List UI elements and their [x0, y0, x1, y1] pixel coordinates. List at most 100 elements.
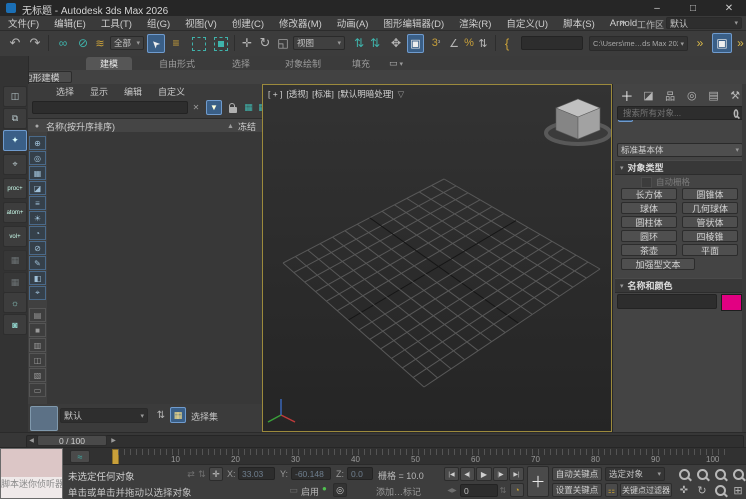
render-setup-button[interactable]: ▣	[712, 33, 732, 53]
color-swatch[interactable]	[721, 294, 742, 311]
atom-plus-icon[interactable]: atom+	[3, 202, 27, 223]
minimize-button[interactable]: –	[640, 0, 674, 16]
auto-key-button[interactable]: 自动关键点	[552, 467, 602, 481]
explorer-toggle-11-icon[interactable]: ⌖	[29, 286, 46, 300]
go-to-end-button[interactable]: ▶|	[509, 467, 524, 481]
explorer-toggle-9-icon[interactable]: ✎	[29, 256, 46, 270]
explorer-preset-dropdown[interactable]: 默认▾	[60, 408, 148, 423]
menu-file[interactable]: 文件(F)	[8, 16, 39, 30]
use-pivot-center-flyout-icon[interactable]: ⇅	[367, 34, 383, 52]
proc-plus-icon[interactable]: proc+	[3, 178, 27, 199]
left-tool-2-icon[interactable]: ⧉	[3, 108, 27, 129]
zoom-extents-all-button[interactable]	[730, 467, 746, 481]
explorer-tool-6-icon[interactable]: ▭	[29, 383, 46, 397]
explorer-corner-button[interactable]	[30, 406, 58, 431]
teapot-button[interactable]: 茶壶	[621, 244, 677, 256]
select-and-link-icon[interactable]: ∞	[54, 34, 72, 52]
track-bar[interactable]: ≈ 10 20 30 40 50 60 70 80 90 100	[0, 447, 746, 465]
explorer-toggle-6-icon[interactable]: ☀	[29, 211, 46, 225]
edit-named-selection-sets-icon[interactable]: {	[500, 34, 514, 52]
panel-search-input[interactable]	[621, 107, 733, 119]
selected-object-dropdown[interactable]: 选定对象▾	[605, 467, 665, 481]
explorer-toggle-1-icon[interactable]: ⊕	[29, 136, 46, 150]
tab-utilities-icon[interactable]: ⚒	[727, 87, 743, 103]
name-color-rollout[interactable]: ▾ 名称和颜色	[615, 278, 746, 293]
select-by-name-icon[interactable]: ≡	[167, 34, 185, 52]
toolbar-overflow-icon[interactable]: »	[693, 34, 707, 52]
explorer-tool-5-icon[interactable]: ▧	[29, 368, 46, 382]
ribbon-tab-freeform[interactable]: 自由形式	[148, 57, 206, 70]
menu-graph-editors[interactable]: 图形编辑器(D)	[383, 16, 444, 30]
mini-curve-editor-button[interactable]: ≈	[70, 450, 90, 463]
explorer-search-input[interactable]	[32, 101, 188, 114]
go-to-start-button[interactable]: |◀	[444, 467, 459, 481]
undo-icon[interactable]: ↶	[6, 34, 24, 52]
left-tool-1-icon[interactable]: ◫	[3, 86, 27, 107]
text-plus-button[interactable]: 加强型文本	[621, 258, 695, 270]
menu-rendering[interactable]: 渲染(R)	[459, 16, 491, 30]
progressive-display-button[interactable]: ◎	[333, 483, 347, 497]
explorer-toggle-2-icon[interactable]: ◎	[29, 151, 46, 165]
unlink-selection-icon[interactable]: ⊘	[74, 34, 92, 52]
tab-display-icon[interactable]: ▤	[706, 87, 722, 103]
zoom-extents-button[interactable]	[712, 467, 728, 481]
menu-overflow-icon[interactable]: »	[620, 17, 626, 28]
object-name-input[interactable]	[617, 294, 717, 309]
reference-coordinate-dropdown[interactable]: 视图▾	[293, 36, 345, 50]
viewport[interactable]: [ + ] [透视] [标准] [默认明暗处理] ▽	[262, 84, 612, 432]
workspace-dropdown[interactable]: 默认▾	[666, 17, 742, 29]
explorer-toggle-3-icon[interactable]: ▦	[29, 166, 46, 180]
percent-snap-icon[interactable]: %	[462, 34, 476, 52]
window-crossing-icon[interactable]	[214, 37, 228, 51]
explorer-lock-button[interactable]	[226, 100, 240, 115]
autogrid-checkbox-row[interactable]: 自动栅格	[641, 176, 690, 188]
set-key-big-button[interactable]: ＋	[527, 466, 549, 497]
menu-customize[interactable]: 自定义(U)	[506, 16, 548, 30]
pan-view-button[interactable]: ✜	[676, 483, 692, 497]
name-column-header[interactable]: 名称(按升序排序)	[46, 120, 115, 133]
menu-create[interactable]: 创建(C)	[232, 16, 264, 30]
maxscript-mini-listener[interactable]: 脚本迷你侦听器	[0, 448, 63, 499]
key-filters-button[interactable]: 关键点过滤器	[620, 483, 672, 497]
zoom-all-button[interactable]	[694, 467, 710, 481]
sphere-button[interactable]: 球体	[621, 202, 677, 214]
explorer-tool-3-icon[interactable]: ▥	[29, 338, 46, 352]
maximize-button[interactable]: □	[676, 0, 710, 16]
explorer-list-area[interactable]	[47, 132, 262, 404]
spinner-snap-icon[interactable]: ⇅	[476, 34, 490, 52]
menu-animation[interactable]: 动画(A)	[337, 16, 369, 30]
menu-scripting[interactable]: 脚本(S)	[563, 16, 595, 30]
explorer-tool-2-icon[interactable]: ■	[29, 323, 46, 337]
tab-hierarchy-icon[interactable]: 品	[662, 87, 678, 103]
ribbon-tab-modeling[interactable]: 建模	[86, 57, 132, 70]
menu-modifiers[interactable]: 修改器(M)	[279, 16, 322, 30]
cone-button[interactable]: 圆锥体	[682, 188, 738, 200]
geosphere-button[interactable]: 几何球体	[682, 202, 738, 214]
tube-button[interactable]: 管状体	[682, 216, 738, 228]
object-category-dropdown[interactable]: 标准基本体▾	[617, 143, 743, 157]
sort-order-icon[interactable]: ⇅	[154, 408, 168, 423]
pin-a-icon[interactable]: ⌖	[3, 154, 27, 175]
frozen-column-header[interactable]: 冻结	[238, 120, 256, 133]
explorer-menu-select[interactable]: 选择	[56, 85, 74, 98]
object-type-rollout[interactable]: ▾ 对象类型	[615, 160, 746, 175]
explorer-toggle-10-icon[interactable]: ◧	[29, 271, 46, 285]
zoom-region-button[interactable]	[712, 483, 728, 497]
select-and-rotate-icon[interactable]: ↻	[257, 34, 273, 52]
ribbon-display-icon[interactable]: ▭▾	[384, 57, 408, 70]
clear-search-icon[interactable]: ✕	[190, 101, 202, 114]
selection-region-icon[interactable]	[192, 37, 206, 51]
project-folder-dropdown[interactable]: C:\Users\me…ds Max 2026 ▾	[589, 36, 688, 51]
pyramid-button[interactable]: 四棱锥	[682, 230, 738, 242]
time-tag-label[interactable]: 添加…标记	[376, 485, 421, 498]
menu-edit[interactable]: 编辑(E)	[54, 16, 86, 30]
explorer-filter-button[interactable]: ▼	[206, 100, 222, 115]
ribbon-tab-object-paint[interactable]: 对象绘制	[274, 57, 332, 70]
selection-filter-dropdown[interactable]: 全部▾	[110, 36, 144, 50]
explorer-toggle-4-icon[interactable]: ◪	[29, 181, 46, 195]
time-configuration-button[interactable]: ◔	[510, 483, 524, 497]
prev-frame-arrow[interactable]: ◀	[27, 435, 36, 446]
explorer-menu-edit[interactable]: 编辑	[124, 85, 142, 98]
ribbon-tab-populate[interactable]: 填充	[342, 57, 380, 70]
cylinder-button[interactable]: 圆柱体	[621, 216, 677, 228]
